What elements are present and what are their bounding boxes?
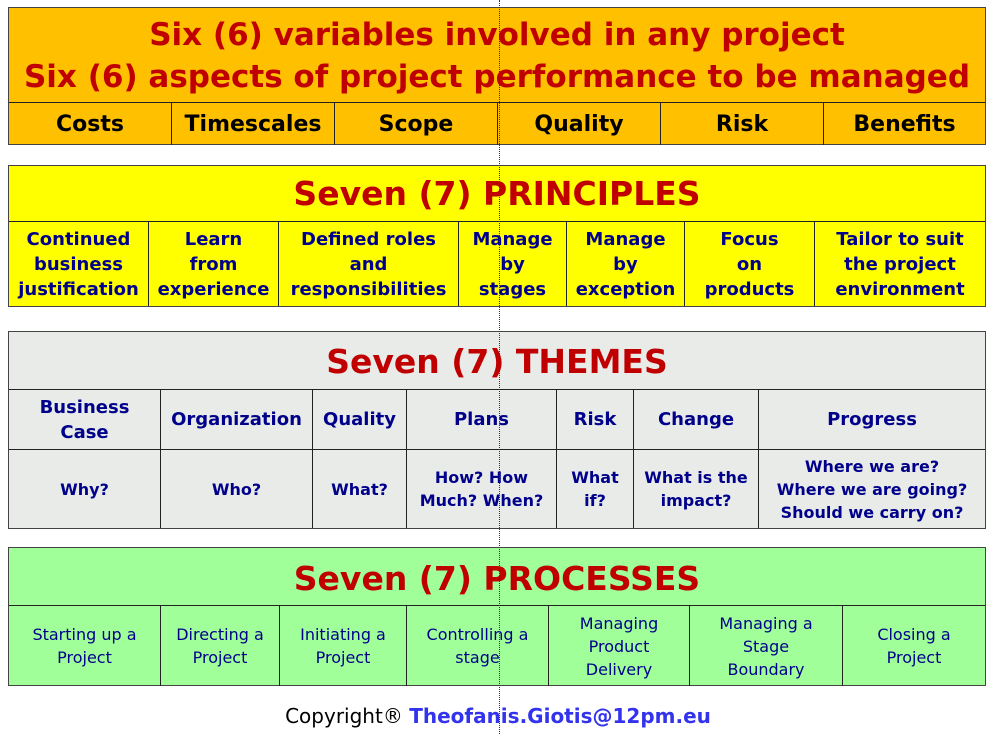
principles-row: Continued business justification Learn f… [9, 222, 985, 306]
variable-costs: Costs [9, 103, 172, 145]
variable-benefits: Benefits [853, 111, 956, 137]
process-managing-stage-boundary: Managing a Stage Boundary [690, 606, 843, 686]
themes-title: Seven (7) THEMES [9, 332, 985, 390]
variables-panel: Six (6) variables involved in any projec… [8, 7, 986, 145]
process-closing: Closing a Project [877, 625, 951, 667]
copyright-label: Copyright® [285, 704, 403, 728]
process-initiating: Initiating a Project [280, 606, 407, 686]
theme-change: Change [634, 390, 759, 449]
theme-quality: Quality [313, 390, 407, 449]
variables-title-line2: Six (6) aspects of project performance t… [23, 59, 971, 95]
theme-plans: Plans [407, 390, 557, 449]
principle-defined-roles: Defined roles and responsibilities [279, 222, 459, 306]
variable-timescales: Timescales [172, 103, 335, 145]
theme-question-who: Who? [161, 450, 313, 528]
themes-question-row: Why? Who? What? How? How Much? When? Wha… [9, 450, 985, 528]
principle-manage-by-exception: Manage by exception [567, 222, 685, 306]
processes-panel: Seven (7) PROCESSES Starting up a Projec… [8, 547, 986, 686]
theme-question-how: How? How Much? When? [407, 450, 557, 528]
process-starting-up: Starting up a Project [9, 606, 161, 686]
variable-scope: Scope [335, 103, 498, 145]
theme-organization: Organization [161, 390, 313, 449]
process-managing-product-delivery: Managing Product Delivery [549, 606, 690, 686]
variable-risk: Risk [661, 103, 824, 145]
principle-learn-from-experience: Learn from experience [149, 222, 279, 306]
principles-title: Seven (7) PRINCIPLES [9, 166, 985, 222]
principle-tailor: Tailor to suit the project environment [835, 228, 965, 300]
principles-panel: Seven (7) PRINCIPLES Continued business … [8, 165, 986, 307]
theme-question-what-if: What if? [557, 450, 634, 528]
theme-question-why: Why? [9, 450, 161, 528]
themes-panel: Seven (7) THEMES Business Case Organizat… [8, 331, 986, 529]
variables-title-line1: Six (6) variables involved in any projec… [149, 17, 845, 53]
theme-business-case: Business Case [9, 390, 161, 449]
theme-question-impact: What is the impact? [634, 450, 759, 528]
processes-title: Seven (7) PROCESSES [9, 548, 985, 606]
principle-continued-business-justification: Continued business justification [9, 222, 149, 306]
vertical-guide-line [499, 0, 500, 734]
principle-focus-on-products: Focus on products [685, 222, 815, 306]
theme-progress: Progress [827, 409, 917, 430]
theme-question-progress: Where we are? Where we are going? Should… [776, 456, 968, 522]
variables-row: Costs Timescales Scope Quality Risk Bene… [9, 103, 985, 145]
author-email[interactable]: Theofanis.Giotis@12pm.eu [409, 704, 711, 728]
theme-risk: Risk [557, 390, 634, 449]
themes-name-row: Business Case Organization Quality Plans… [9, 390, 985, 450]
variable-quality: Quality [498, 103, 661, 145]
process-directing: Directing a Project [161, 606, 280, 686]
theme-question-what: What? [313, 450, 407, 528]
footer: Copyright® Theofanis.Giotis@12pm.eu [0, 704, 996, 728]
principle-manage-by-stages: Manage by stages [459, 222, 567, 306]
process-controlling-stage: Controlling a stage [407, 606, 549, 686]
variables-title: Six (6) variables involved in any projec… [9, 8, 985, 103]
processes-row: Starting up a Project Directing a Projec… [9, 606, 985, 686]
